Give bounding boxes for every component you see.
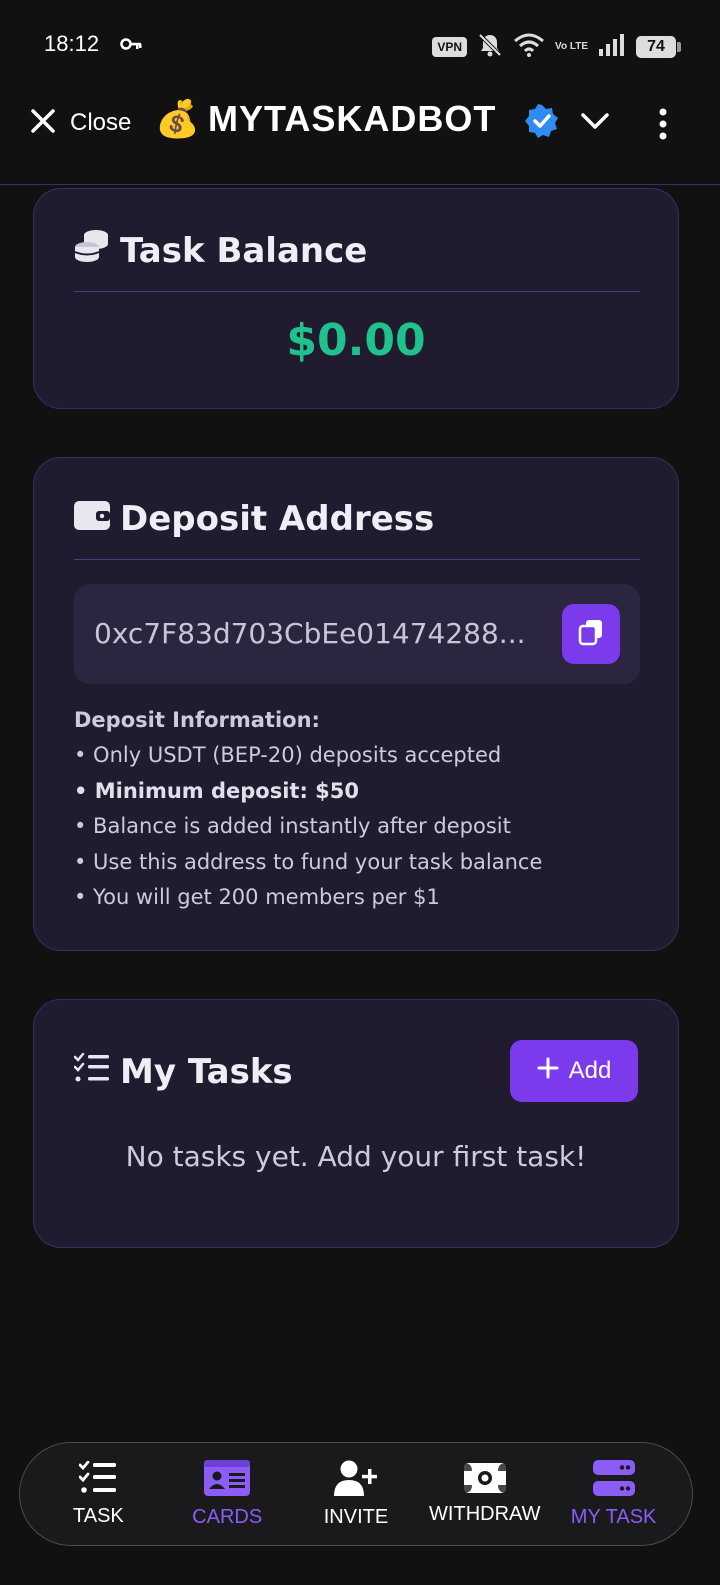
add-task-button[interactable]: Add (510, 1040, 638, 1102)
wifi-icon (513, 33, 545, 61)
nav-label: INVITE (323, 1505, 389, 1528)
deposit-info-title: Deposit Information: (74, 708, 320, 732)
status-time: 18:12 (44, 31, 100, 56)
nav-item-cards[interactable]: CARDS (167, 1459, 287, 1529)
plus-icon (537, 1057, 559, 1086)
bot-title: MYTASKADBOT (208, 98, 497, 139)
deposit-info-item: • Only USDT (BEP-20) deposits accepted (74, 743, 502, 768)
signal-icon (598, 33, 626, 61)
task-list-icon (73, 1052, 110, 1092)
user-plus-icon (333, 1460, 379, 1500)
divider (74, 291, 640, 292)
deposit-info: Deposit Information: • Only USDT (BEP-20… (74, 703, 542, 915)
nav-label: MY TASK (570, 1505, 657, 1528)
deposit-info-item: • Minimum deposit: $50 (74, 778, 360, 803)
key-icon (120, 36, 142, 55)
close-label: Close (70, 109, 132, 136)
deposit-address-card: Deposit Address 0xc7F83d703CbEe01474288.… (33, 457, 679, 951)
close-button[interactable]: Close (30, 108, 131, 138)
bottom-nav: TASK CARDS INVITE WITHDRAW MY TASK (19, 1442, 693, 1546)
deposit-address-field[interactable]: 0xc7F83d703CbEe01474288... (74, 584, 640, 684)
deposit-info-item: • You will get 200 members per $1 (74, 885, 440, 910)
verified-badge-icon (525, 104, 559, 142)
deposit-info-item: • Use this address to fund your task bal… (74, 849, 543, 874)
mini-app-header: Close 💰 MYTASKADBOT (0, 90, 720, 185)
chevron-down-icon[interactable] (580, 110, 610, 136)
status-icons: VPN Vo LTE 74 (432, 32, 681, 62)
divider (74, 559, 640, 560)
copy-address-button[interactable] (562, 604, 620, 664)
nav-item-withdraw[interactable]: WITHDRAW (425, 1462, 545, 1526)
checklist-icon (78, 1460, 117, 1499)
nav-item-invite[interactable]: INVITE (296, 1460, 416, 1529)
more-menu-icon[interactable] (650, 106, 676, 146)
deposit-info-item: • Balance is added instantly after depos… (74, 814, 511, 839)
add-task-label: Add (568, 1057, 612, 1084)
nav-label: TASK (73, 1504, 124, 1527)
my-tasks-card: My Tasks Add No tasks yet. Add your firs… (33, 999, 679, 1248)
money-bill-icon (463, 1462, 506, 1497)
mute-icon (477, 32, 503, 62)
deposit-address-value[interactable]: 0xc7F83d703CbEe01474288... (94, 617, 534, 650)
deposit-address-header: Deposit Address (74, 498, 434, 539)
close-icon (30, 108, 56, 138)
lte-indicator: Vo LTE (555, 41, 588, 52)
status-bar: 18:12 VPN Vo LTE 74 (0, 0, 720, 90)
id-card-icon (204, 1459, 251, 1500)
wallet-icon (74, 498, 110, 539)
nav-label: WITHDRAW (429, 1502, 541, 1525)
battery-icon: 74 (636, 36, 681, 58)
server-icon (592, 1459, 635, 1500)
coins-icon (74, 229, 110, 272)
task-balance-header: Task Balance (74, 229, 367, 272)
money-bag-icon: 💰 (155, 99, 200, 140)
task-balance-title: Task Balance (120, 230, 368, 271)
my-tasks-header: My Tasks (73, 1052, 293, 1092)
empty-tasks-message: No tasks yet. Add your first task! (125, 1140, 587, 1173)
task-balance-card: Task Balance $0.00 (33, 188, 679, 409)
balance-amount: $0.00 (286, 315, 426, 366)
vpn-badge: VPN (432, 37, 468, 57)
my-tasks-title: My Tasks (120, 1052, 293, 1092)
nav-label: CARDS (192, 1505, 263, 1528)
nav-item-my-task[interactable]: MY TASK (554, 1459, 674, 1529)
deposit-address-title: Deposit Address (120, 498, 435, 539)
copy-icon (577, 618, 605, 650)
nav-item-task[interactable]: TASK (38, 1460, 158, 1528)
